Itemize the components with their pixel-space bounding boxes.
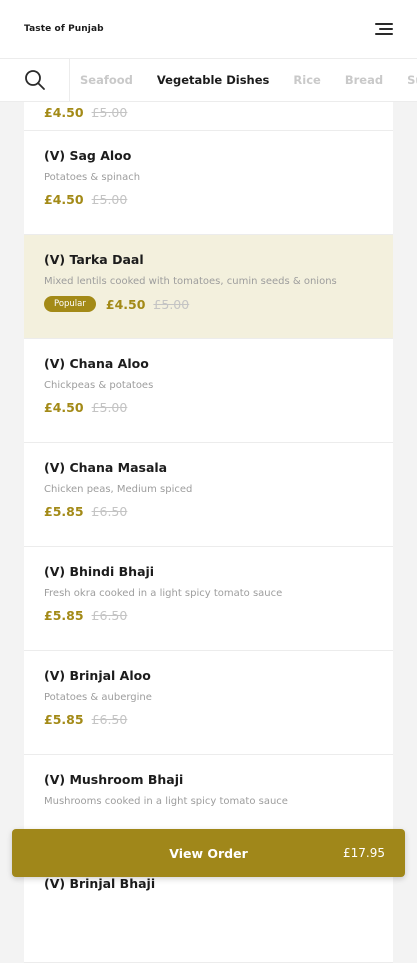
search-button[interactable]: [0, 59, 70, 101]
item-old-price: £5.00: [153, 296, 190, 312]
item-description: Mushrooms cooked in a light spicy tomato…: [44, 796, 288, 807]
view-order-label: View Order: [169, 845, 248, 861]
item-price: £5.85: [44, 608, 84, 623]
menu-item-brinjal-aloo[interactable]: (V) Brinjal Aloo Potatoes & aubergine £5…: [24, 651, 393, 755]
app-header: Taste of Punjab: [0, 0, 417, 58]
item-price: £5.85: [44, 504, 84, 519]
menu-item-bhindi-bhaji[interactable]: (V) Bhindi Bhaji Fresh okra cooked in a …: [24, 547, 393, 651]
item-prices: £4.50 £5.00: [44, 105, 127, 120]
item-name: (V) Bhindi Bhaji: [44, 564, 155, 579]
item-price: £4.50: [44, 192, 84, 207]
item-old-price: £5.00: [91, 192, 128, 207]
item-old-price: £5.00: [91, 105, 128, 120]
item-name: (V) Tarka Daal: [44, 252, 144, 267]
item-old-price: £6.50: [91, 608, 128, 623]
item-name: (V) Sag Aloo: [44, 148, 132, 163]
menu-item-chana-masala[interactable]: (V) Chana Masala Chicken peas, Medium sp…: [24, 443, 393, 547]
tab-sundries[interactable]: Sund: [407, 73, 417, 87]
tab-rice[interactable]: Rice: [293, 73, 320, 87]
item-old-price: £6.50: [91, 712, 128, 727]
item-prices: £4.50 £5.00: [44, 192, 373, 207]
category-tabs: Seafood Vegetable Dishes Rice Bread Sund: [70, 73, 417, 87]
item-prices: £5.85 £6.50: [44, 608, 373, 623]
menu-item-chana-aloo[interactable]: (V) Chana Aloo Chickpeas & potatoes £4.5…: [24, 339, 393, 443]
item-description: Potatoes & aubergine: [44, 692, 152, 703]
view-order-button[interactable]: View Order £17.95: [12, 829, 405, 877]
item-name: (V) Chana Masala: [44, 460, 168, 475]
item-prices: Popular £4.50 £5.00: [44, 296, 373, 312]
popular-badge: Popular: [44, 296, 96, 312]
item-description: Chicken peas, Medium spiced: [44, 484, 193, 495]
item-price: £4.50: [44, 400, 84, 415]
item-price: £5.85: [44, 712, 84, 727]
item-description: Mixed lentils cooked with tomatoes, cumi…: [44, 276, 337, 287]
item-price: £4.50: [44, 105, 84, 120]
menu-item-tarka-daal[interactable]: (V) Tarka Daal Mixed lentils cooked with…: [24, 235, 393, 339]
item-old-price: £6.50: [91, 504, 128, 519]
item-name: (V) Brinjal Aloo: [44, 668, 151, 683]
item-prices: £4.50 £5.00: [44, 400, 373, 415]
tab-bread[interactable]: Bread: [345, 73, 383, 87]
brand-name[interactable]: Taste of Punjab: [24, 24, 104, 34]
item-prices: £5.85 £6.50: [44, 712, 373, 727]
item-prices: £5.85 £6.50: [44, 504, 373, 519]
item-price: £4.50: [105, 296, 146, 312]
item-name: (V) Brinjal Bhaji: [44, 876, 156, 891]
order-total: £17.95: [343, 846, 385, 860]
item-description: Chickpeas & potatoes: [44, 380, 154, 391]
category-bar: Seafood Vegetable Dishes Rice Bread Sund: [0, 58, 417, 102]
item-description: Potatoes & spinach: [44, 172, 141, 183]
tab-vegetable-dishes[interactable]: Vegetable Dishes: [157, 73, 270, 87]
item-name: (V) Chana Aloo: [44, 356, 149, 371]
menu-item-partial[interactable]: £4.50 £5.00: [24, 102, 393, 131]
tab-seafood[interactable]: Seafood: [80, 73, 133, 87]
item-name: (V) Mushroom Bhaji: [44, 772, 184, 787]
item-description: Fresh okra cooked in a light spicy tomat…: [44, 588, 283, 599]
menu-item-sag-aloo[interactable]: (V) Sag Aloo Potatoes & spinach £4.50 £5…: [24, 131, 393, 235]
search-icon: [24, 70, 45, 90]
item-old-price: £5.00: [91, 400, 128, 415]
hamburger-menu-icon[interactable]: [375, 22, 393, 36]
